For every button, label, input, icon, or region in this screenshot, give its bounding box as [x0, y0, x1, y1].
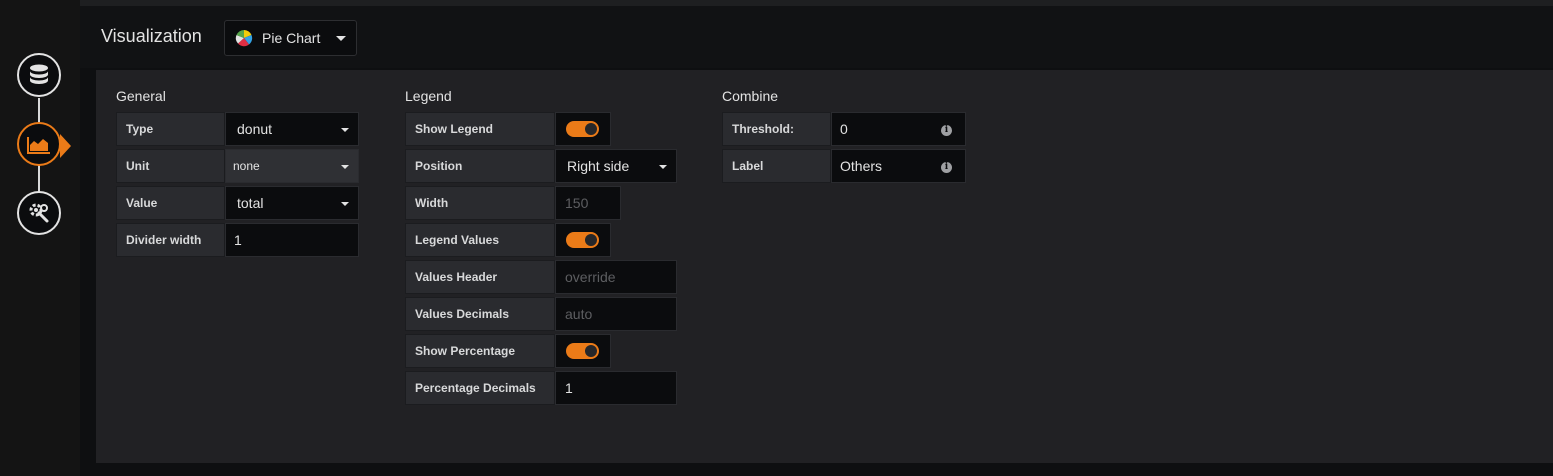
- visualization-header: Visualization Pie Chart: [80, 0, 1553, 68]
- percentage-decimals-label: Percentage Decimals: [405, 371, 555, 405]
- position-value: Right side: [567, 158, 630, 174]
- width-row: Width 150: [405, 186, 677, 220]
- page-title: Visualization: [101, 26, 202, 46]
- threshold-value: 0: [840, 121, 848, 137]
- percentage-decimals-row: Percentage Decimals 1: [405, 371, 677, 405]
- type-row: Type donut: [116, 112, 359, 146]
- options-panel: General Type donut Unit none Value total: [96, 70, 1553, 463]
- general-section: General Type donut Unit none Value total: [116, 88, 359, 260]
- threshold-label: Threshold:: [722, 112, 831, 146]
- divider-width-input[interactable]: 1: [225, 223, 359, 257]
- type-select[interactable]: donut: [225, 112, 359, 146]
- show-legend-row: Show Legend: [405, 112, 677, 146]
- show-percentage-row: Show Percentage: [405, 334, 677, 368]
- width-placeholder: 150: [565, 195, 589, 211]
- legend-section-title: Legend: [405, 88, 452, 104]
- values-decimals-label: Values Decimals: [405, 297, 555, 331]
- combine-section-title: Combine: [722, 88, 779, 104]
- value-row: Value total: [116, 186, 359, 220]
- values-decimals-input[interactable]: auto: [555, 297, 677, 331]
- values-header-label: Values Header: [405, 260, 555, 294]
- chevron-down-icon: [336, 36, 346, 41]
- values-decimals-placeholder: auto: [565, 306, 593, 322]
- others-label-value: Others: [840, 158, 883, 174]
- show-legend-label: Show Legend: [405, 112, 555, 146]
- unit-select[interactable]: none: [225, 149, 359, 183]
- wrench-gear-icon: [29, 203, 49, 223]
- legend-section: Legend Show Legend Position Right side W…: [405, 88, 677, 408]
- database-icon: [30, 64, 48, 84]
- legend-values-row: Legend Values: [405, 223, 677, 257]
- legend-values-toggle[interactable]: [566, 232, 599, 248]
- chevron-down-icon: [341, 165, 349, 169]
- legend-values-toggle-wrap: [555, 223, 611, 257]
- general-step[interactable]: [17, 191, 61, 235]
- others-label-input[interactable]: Others i: [831, 149, 966, 183]
- unit-row: Unit none: [116, 149, 359, 183]
- others-label-label: Label: [722, 149, 831, 183]
- info-icon[interactable]: i: [941, 162, 952, 173]
- active-step-pointer: [60, 134, 71, 158]
- type-value: donut: [237, 121, 273, 137]
- show-percentage-toggle-wrap: [555, 334, 611, 368]
- legend-values-label: Legend Values: [405, 223, 555, 257]
- visualization-picker[interactable]: Pie Chart: [224, 20, 357, 56]
- panel-editor: Visualization Pie Chart General Type don…: [80, 0, 1553, 476]
- value-label: Value: [116, 186, 225, 220]
- value-value: total: [237, 195, 264, 211]
- type-label: Type: [116, 112, 225, 146]
- show-percentage-label: Show Percentage: [405, 334, 555, 368]
- pie-chart-icon: [235, 29, 253, 47]
- position-select[interactable]: Right side: [555, 149, 677, 183]
- show-legend-toggle-wrap: [555, 112, 611, 146]
- others-label-row: Label Others i: [722, 149, 966, 183]
- divider-width-label: Divider width: [116, 223, 225, 257]
- area-chart-icon: [27, 137, 50, 154]
- value-select[interactable]: total: [225, 186, 359, 220]
- threshold-row: Threshold: 0 i: [722, 112, 966, 146]
- width-input[interactable]: 150: [555, 186, 621, 220]
- general-section-title: General: [116, 88, 166, 104]
- queries-step[interactable]: [17, 53, 61, 97]
- chevron-down-icon: [341, 202, 349, 206]
- percentage-decimals-input[interactable]: 1: [555, 371, 677, 405]
- show-percentage-toggle[interactable]: [566, 343, 599, 359]
- divider-width-row: Divider width 1: [116, 223, 359, 257]
- chevron-down-icon: [341, 128, 349, 132]
- editor-steps-rail: [0, 0, 80, 476]
- values-decimals-row: Values Decimals auto: [405, 297, 677, 331]
- visualization-picker-label: Pie Chart: [262, 30, 321, 46]
- position-row: Position Right side: [405, 149, 677, 183]
- values-header-row: Values Header override: [405, 260, 677, 294]
- values-header-placeholder: override: [565, 269, 616, 285]
- chevron-down-icon: [659, 165, 667, 169]
- combine-section: Combine Threshold: 0 i Label Others i: [722, 88, 966, 186]
- show-legend-toggle[interactable]: [566, 121, 599, 137]
- position-label: Position: [405, 149, 555, 183]
- visualization-step[interactable]: [17, 122, 61, 166]
- width-label: Width: [405, 186, 555, 220]
- threshold-input[interactable]: 0 i: [831, 112, 966, 146]
- values-header-input[interactable]: override: [555, 260, 677, 294]
- info-icon[interactable]: i: [941, 125, 952, 136]
- unit-label: Unit: [116, 149, 225, 183]
- unit-value: none: [233, 159, 260, 173]
